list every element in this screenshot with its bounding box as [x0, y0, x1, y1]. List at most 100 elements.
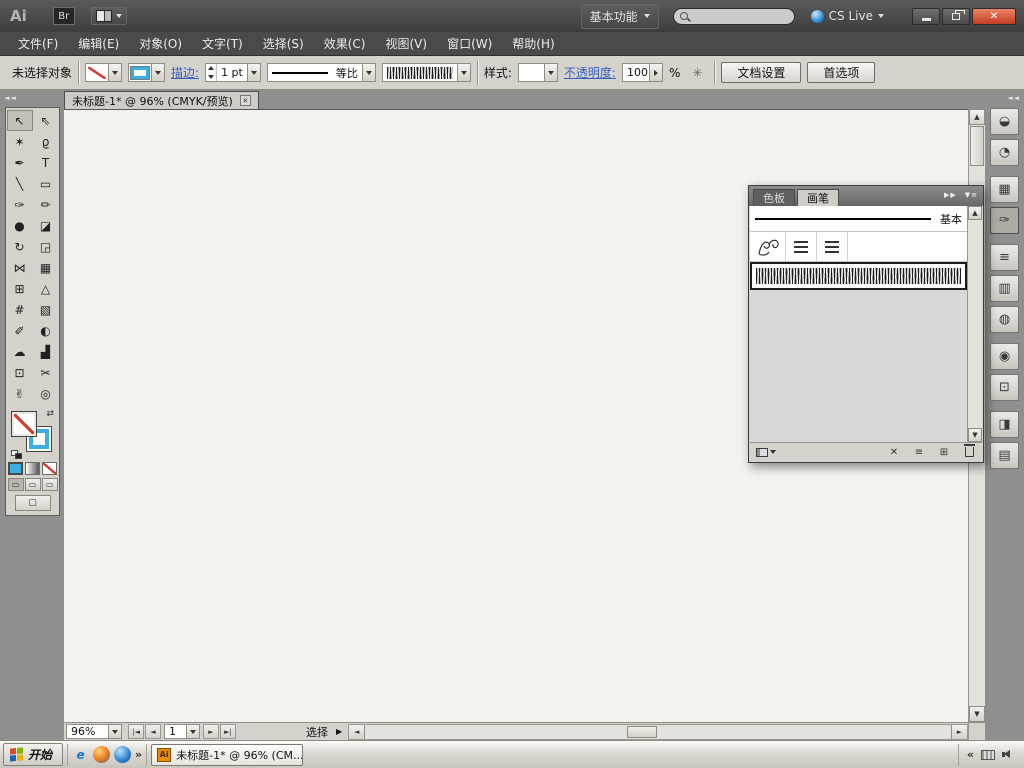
- color-guide-panel-icon[interactable]: ◔: [990, 139, 1019, 166]
- stroke-panel-link[interactable]: 描边:: [171, 64, 199, 81]
- eraser-tool[interactable]: ◪: [33, 215, 59, 236]
- dropdown-button[interactable]: [246, 64, 260, 81]
- first-artboard-button[interactable]: |◄: [128, 724, 144, 739]
- paintbrush-tool[interactable]: ✑: [7, 194, 33, 215]
- symbols-panel-icon[interactable]: ◉: [990, 343, 1019, 370]
- options-of-selected-object-icon[interactable]: ≡: [912, 447, 926, 458]
- dropdown-button[interactable]: [151, 64, 165, 81]
- zoom-level-combo[interactable]: 96%: [66, 724, 122, 739]
- recolor-artwork-icon[interactable]: ✳: [686, 64, 708, 82]
- gradient-button[interactable]: [25, 462, 40, 475]
- pen-tool[interactable]: ✒: [7, 152, 33, 173]
- free-transform-tool[interactable]: ▦: [33, 257, 59, 278]
- stepper-down-icon[interactable]: [206, 73, 216, 82]
- brush-libraries-menu-icon[interactable]: [756, 447, 776, 457]
- stroke-color-dropdown[interactable]: [128, 63, 166, 82]
- variable-width-profile-dropdown[interactable]: 等比: [266, 63, 376, 82]
- swap-fill-stroke-icon[interactable]: ⇄: [46, 409, 54, 419]
- draw-behind-button[interactable]: ▭: [24, 478, 41, 491]
- new-brush-icon[interactable]: ⊞: [937, 447, 951, 458]
- artboard-number-combo[interactable]: 1: [164, 724, 200, 739]
- dropdown-button[interactable]: [108, 64, 122, 81]
- menu-edit[interactable]: 编辑(E): [68, 32, 129, 55]
- change-screen-mode-button[interactable]: ▢: [14, 495, 51, 511]
- collapse-panel-icon[interactable]: ▶▶: [944, 191, 957, 199]
- gradient-panel-icon[interactable]: ▥: [990, 275, 1019, 302]
- graphic-style-dropdown[interactable]: [517, 63, 558, 82]
- shape-builder-tool[interactable]: ⊞: [7, 278, 33, 299]
- next-artboard-button[interactable]: ►: [203, 724, 219, 739]
- illustrator-task-button[interactable]: Ai 未标题-1* @ 96% (CM...: [151, 743, 304, 766]
- scroll-left-icon[interactable]: ◄: [349, 724, 366, 739]
- quicklaunch-overflow-icon[interactable]: »: [135, 748, 142, 761]
- cs-live-button[interactable]: CS Live: [810, 9, 884, 23]
- menu-effect[interactable]: 效果(C): [314, 32, 376, 55]
- slice-tool[interactable]: ✂: [33, 362, 59, 383]
- search-box[interactable]: [672, 7, 795, 25]
- stepper-up-icon[interactable]: [206, 64, 216, 73]
- tab-swatches[interactable]: 色板: [753, 189, 795, 206]
- scale-tool[interactable]: ◲: [33, 236, 59, 257]
- dash-pattern-brush-thumbnail[interactable]: [817, 232, 848, 261]
- tab-brushes[interactable]: 画笔: [797, 189, 839, 206]
- magic-wand-tool[interactable]: ✶: [7, 131, 33, 152]
- brushes-panel-icon[interactable]: ✑: [990, 207, 1019, 234]
- status-flyout-icon[interactable]: ▶: [336, 727, 342, 736]
- opacity-value[interactable]: 100: [623, 66, 649, 79]
- color-button[interactable]: [8, 462, 23, 475]
- scroll-ornament-brush-thumbnail[interactable]: [755, 232, 786, 261]
- quicklaunch-icon[interactable]: [93, 746, 111, 763]
- menu-window[interactable]: 窗口(W): [437, 32, 502, 55]
- fill-swatch[interactable]: [11, 411, 37, 437]
- dash-pattern-brush-thumbnail[interactable]: [786, 232, 817, 261]
- dropdown-button[interactable]: [108, 725, 121, 738]
- draw-normal-button[interactable]: ▭: [7, 478, 24, 491]
- rotate-tool[interactable]: ↻: [7, 236, 33, 257]
- scroll-right-icon[interactable]: ►: [951, 724, 967, 739]
- launch-bridge-button[interactable]: Br: [52, 7, 75, 25]
- symbol-sprayer-tool[interactable]: ☁: [7, 341, 33, 362]
- volume-icon[interactable]: [1002, 749, 1013, 760]
- scroll-up-icon[interactable]: ▲: [969, 109, 985, 125]
- zoom-tool[interactable]: ◎: [33, 383, 59, 404]
- document-setup-button[interactable]: 文档设置: [721, 62, 802, 83]
- artboards-panel-icon[interactable]: ⊡: [990, 374, 1019, 401]
- collapse-tools-chevron-icon[interactable]: ◄◄: [0, 90, 64, 106]
- keyboard-layout-icon[interactable]: [981, 749, 995, 760]
- opacity-dropdown-button[interactable]: [648, 64, 662, 81]
- brush-definition-dropdown[interactable]: [381, 63, 471, 82]
- opacity-combo[interactable]: 100: [621, 63, 663, 82]
- restore-button[interactable]: [942, 7, 970, 25]
- direct-selection-tool[interactable]: ⇖: [33, 110, 59, 131]
- artboard-tool[interactable]: ⊡: [7, 362, 33, 383]
- blend-tool[interactable]: ◐: [33, 320, 59, 341]
- horizontal-scroll-thumb[interactable]: [627, 725, 658, 738]
- blob-brush-tool[interactable]: ●: [7, 215, 33, 236]
- quicklaunch-icon[interactable]: [114, 746, 132, 763]
- menu-object[interactable]: 对象(O): [129, 32, 192, 55]
- line-segment-tool[interactable]: ╲: [7, 173, 33, 194]
- remove-brush-stroke-icon[interactable]: ✕: [887, 447, 901, 458]
- selection-tool[interactable]: ↖: [6, 110, 33, 131]
- dropdown-button[interactable]: [456, 64, 470, 81]
- arrange-documents-button[interactable]: [90, 7, 127, 25]
- type-tool[interactable]: T: [33, 152, 59, 173]
- mesh-tool[interactable]: #: [7, 299, 33, 320]
- gradient-tool[interactable]: ▧: [33, 299, 59, 320]
- workspace-switcher[interactable]: 基本功能: [580, 3, 659, 29]
- dropdown-button[interactable]: [186, 725, 199, 738]
- document-tab[interactable]: 未标题-1* @ 96% (CMYK/预览) ✕: [64, 91, 259, 109]
- panel-scrollbar[interactable]: ▲ ▼: [967, 206, 982, 442]
- default-fill-stroke-icon[interactable]: [11, 450, 23, 459]
- stroke-weight-combo[interactable]: 1 pt: [205, 63, 261, 82]
- width-tool[interactable]: ⋈: [7, 257, 33, 278]
- tray-expand-icon[interactable]: «: [967, 748, 974, 761]
- none-button[interactable]: [42, 462, 57, 475]
- perspective-grid-tool[interactable]: △: [33, 278, 59, 299]
- fill-color-dropdown[interactable]: [85, 63, 123, 82]
- horizontal-scrollbar[interactable]: ◄ ►: [348, 723, 968, 740]
- scroll-up-icon[interactable]: ▲: [968, 206, 982, 220]
- minimize-button[interactable]: [912, 7, 940, 25]
- lasso-tool[interactable]: ϱ: [33, 131, 59, 152]
- column-graph-tool[interactable]: ▟: [33, 341, 59, 362]
